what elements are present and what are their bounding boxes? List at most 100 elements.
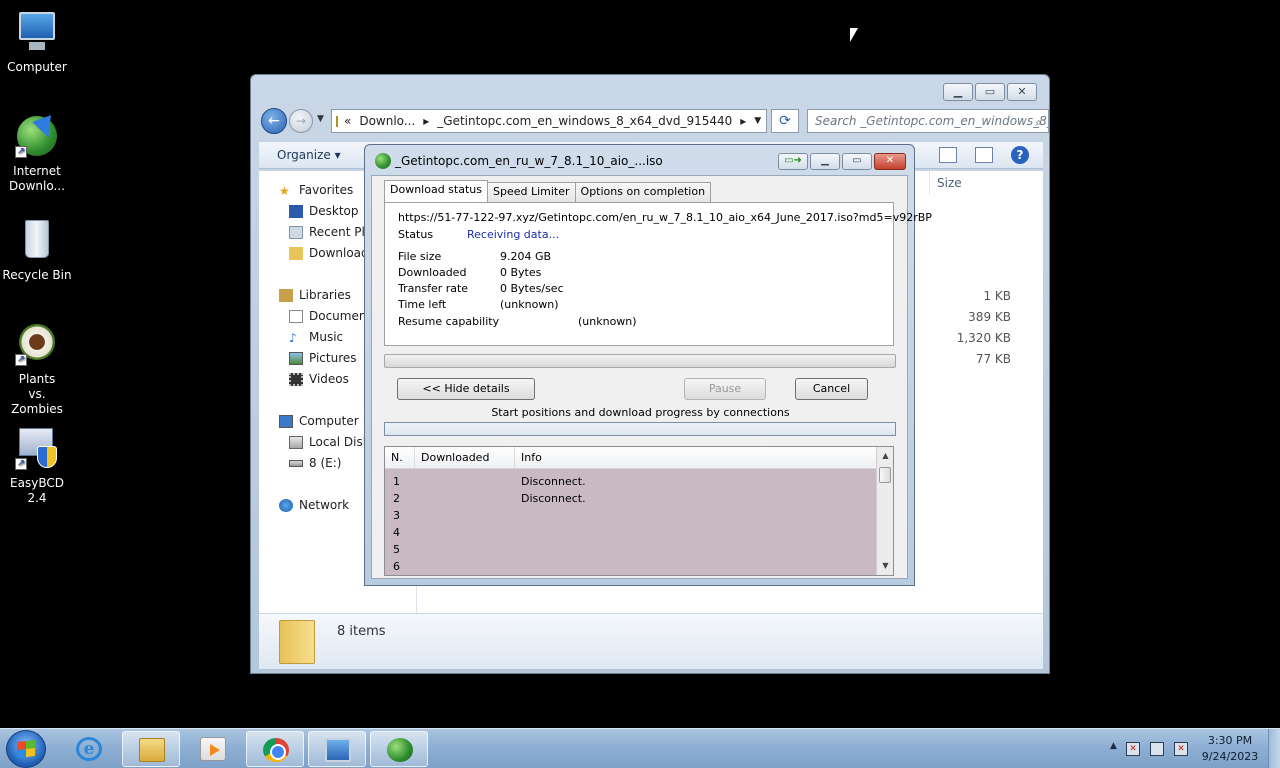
downloaded-label: Downloaded <box>398 266 467 279</box>
nav-drive-e[interactable]: 8 (E:) <box>289 456 341 470</box>
table-row[interactable]: 2 Disconnect. <box>385 490 877 507</box>
table-row[interactable]: 4 <box>385 524 877 541</box>
action-center-icon[interactable]: ✕ <box>1126 742 1140 756</box>
table-row[interactable]: 5 <box>385 541 877 558</box>
desktop-icon-idm[interactable]: ↗ Internet Downlo... <box>0 112 74 194</box>
scroll-down-icon[interactable]: ▼ <box>877 559 893 573</box>
nav-local-disk[interactable]: Local Disk <box>289 435 370 449</box>
desktop-icon-recycle-bin[interactable]: Recycle Bin <box>0 216 74 283</box>
show-desktop-button[interactable] <box>1268 729 1280 768</box>
view-options-icon[interactable] <box>939 147 957 163</box>
volume-muted-icon[interactable]: ✕ <box>1174 742 1188 756</box>
row-number: 2 <box>393 492 400 505</box>
row-number: 4 <box>393 526 400 539</box>
folder-icon <box>336 115 338 127</box>
nav-recent-places[interactable]: Recent Pla <box>289 225 372 239</box>
table-row[interactable]: 3 <box>385 507 877 524</box>
connections-progress-bar <box>384 422 896 436</box>
breadcrumb-arrow-icon[interactable]: ▸ <box>740 114 746 128</box>
desktop-icon-plants-vs-zombies[interactable]: ↗ Plants vs. Zombies <box>0 320 74 417</box>
address-history-dropdown[interactable]: ▼ <box>754 116 761 126</box>
tab-options-on-completion[interactable]: Options on completion <box>574 182 712 202</box>
breadcrumb-arrow-icon[interactable]: ▸ <box>423 114 429 128</box>
start-button[interactable] <box>6 730 46 768</box>
back-button[interactable]: ← <box>261 108 287 134</box>
download-progress-bar <box>384 354 896 368</box>
nav-network[interactable]: Network <box>279 498 349 512</box>
nav-desktop[interactable]: Desktop <box>289 204 359 218</box>
media-player-icon <box>200 737 226 761</box>
nav-favorites[interactable]: ★ Favorites <box>279 183 353 198</box>
column-header-number[interactable]: N. <box>385 447 415 469</box>
desktop-icon-label: Internet Downlo... <box>9 164 65 193</box>
taskbar-idm[interactable] <box>370 731 428 767</box>
taskbar-media-player[interactable] <box>184 731 242 767</box>
cancel-button[interactable]: Cancel <box>795 378 868 400</box>
tab-download-status[interactable]: Download status <box>384 180 488 202</box>
preview-pane-icon[interactable] <box>975 147 993 163</box>
recent-pages-dropdown[interactable]: ▼ <box>317 114 324 124</box>
size-column-header[interactable]: Size <box>929 171 1009 195</box>
close-button[interactable]: ✕ <box>1007 83 1037 101</box>
nav-libraries[interactable]: Libraries <box>279 288 351 302</box>
address-bar[interactable]: « Downlo... ▸ _Getintopc.com_en_windows_… <box>331 109 767 133</box>
nav-music[interactable]: ♪ Music <box>289 330 343 345</box>
table-row[interactable]: 6 <box>385 558 877 575</box>
maximize-button[interactable]: ▭ <box>975 83 1005 101</box>
nav-documents[interactable]: Document <box>289 309 371 323</box>
minimize-button[interactable]: ▁ <box>943 83 973 101</box>
libraries-icon <box>279 288 293 302</box>
desktop-icon-computer[interactable]: Computer <box>0 8 74 75</box>
nav-pictures[interactable]: Pictures <box>289 351 357 365</box>
organize-button[interactable]: Organize ▾ <box>277 148 341 162</box>
table-header: N. Downloaded Info <box>385 447 877 469</box>
close-button[interactable]: ✕ <box>874 153 906 170</box>
idm-icon: ↗ <box>13 112 61 160</box>
breadcrumb-parent[interactable]: Downlo... <box>359 114 415 128</box>
vertical-scrollbar[interactable]: ▲ ▼ <box>876 447 893 575</box>
dialog-body: Download status Speed Limiter Options on… <box>371 175 932 579</box>
dialog-title: _Getintopc.com_en_ru_w_7_8.1_10_aio_...i… <box>395 154 663 168</box>
column-header-downloaded[interactable]: Downloaded <box>415 447 515 469</box>
downloads-folder-icon <box>289 246 303 260</box>
network-icon[interactable] <box>1150 742 1164 756</box>
nav-videos[interactable]: Videos <box>289 372 349 386</box>
breadcrumb-current[interactable]: _Getintopc.com_en_windows_8_x64_dvd_9154… <box>437 114 732 128</box>
time-left-value: (unknown) <box>500 298 559 311</box>
refresh-button[interactable]: ⟳ <box>771 109 799 133</box>
taskbar-computer[interactable] <box>308 731 366 767</box>
clock[interactable]: 3:30 PM 9/24/2023 <box>1198 733 1262 765</box>
nav-computer[interactable]: Computer <box>279 414 359 428</box>
hide-details-button[interactable]: << Hide details <box>397 378 535 400</box>
transfer-rate-label: Transfer rate <box>398 282 469 295</box>
scrollbar-thumb[interactable] <box>879 467 891 483</box>
item-count: 8 items <box>337 624 386 639</box>
column-header-info[interactable]: Info <box>515 447 877 469</box>
idm-icon <box>387 738 413 762</box>
taskbar-windows-explorer[interactable] <box>122 731 180 767</box>
desktop-icon-easybcd[interactable]: ↗ EasyBCD 2.4 <box>0 424 74 506</box>
folder-icon <box>139 738 165 762</box>
send-to-tray-button[interactable]: ▭➜ <box>778 153 808 170</box>
show-hidden-icons-icon[interactable]: ▲ <box>1110 741 1117 751</box>
breadcrumb-overflow[interactable]: « <box>344 114 351 128</box>
row-number: 3 <box>393 509 400 522</box>
desktop-icon-label: Computer <box>7 60 67 74</box>
table-row[interactable]: 1 Disconnect. <box>385 473 877 490</box>
taskbar-internet-explorer[interactable]: e <box>60 731 118 767</box>
desktop-icon <box>289 204 303 218</box>
taskbar-chrome[interactable] <box>246 731 304 767</box>
tab-speed-limiter[interactable]: Speed Limiter <box>486 182 576 202</box>
computer-icon <box>13 8 61 56</box>
scroll-up-icon[interactable]: ▲ <box>877 449 893 463</box>
nav-downloads[interactable]: Download <box>289 246 369 260</box>
forward-button[interactable]: → <box>289 109 313 133</box>
search-input[interactable]: Search _Getintopc.com_en_windows_8_... ⌕ <box>807 109 1049 133</box>
taskbar: e ▲ ✕ ✕ 3:30 PM 9/24/2023 <box>0 728 1280 768</box>
download-dialog: _Getintopc.com_en_ru_w_7_8.1_10_aio_...i… <box>364 144 932 586</box>
maximize-button[interactable]: ▭ <box>842 153 872 170</box>
pause-button[interactable]: Pause <box>684 378 766 400</box>
help-icon[interactable]: ? <box>1011 146 1029 164</box>
minimize-button[interactable]: ▁ <box>810 153 840 170</box>
search-icon[interactable]: ⌕ <box>1035 111 1042 132</box>
